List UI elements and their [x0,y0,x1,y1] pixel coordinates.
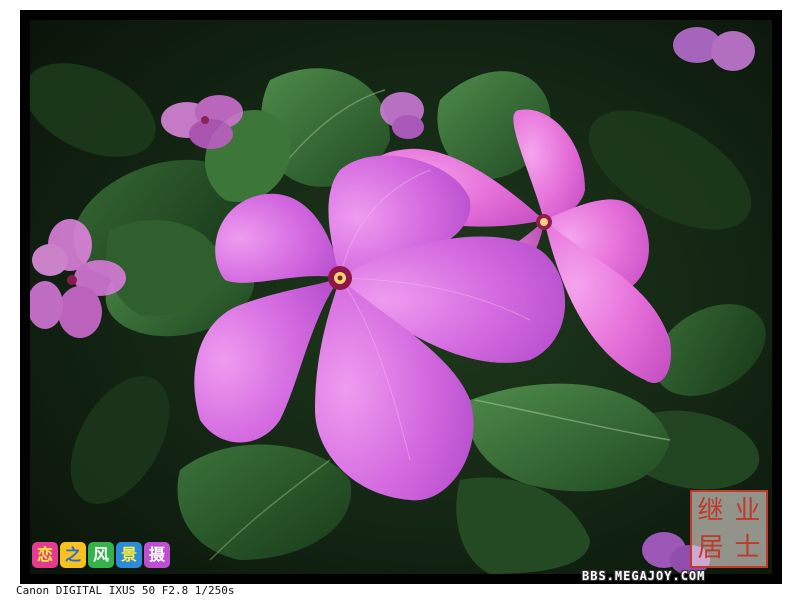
flower-photo [30,20,772,574]
badge-char: 恋 [32,542,58,568]
seal-char: 士 [734,532,761,563]
seal-char: 居 [697,532,724,563]
seal-char: 继 [697,495,724,526]
blog-logo-badge: 恋 之 风 景 摄 [32,542,170,568]
badge-char: 之 [60,542,86,568]
flower-photo-svg [30,20,772,574]
camera-exif-caption: Canon DIGITAL IXUS 50 F2.8 1/250s [16,584,235,597]
badge-char: 景 [116,542,142,568]
badge-char: 风 [88,542,114,568]
badge-char: 摄 [144,542,170,568]
seal-char: 业 [734,495,761,526]
site-watermark: BBS.MEGAJOY.COM [582,569,706,583]
red-seal-stamp: 继 业 居 士 [690,490,768,568]
